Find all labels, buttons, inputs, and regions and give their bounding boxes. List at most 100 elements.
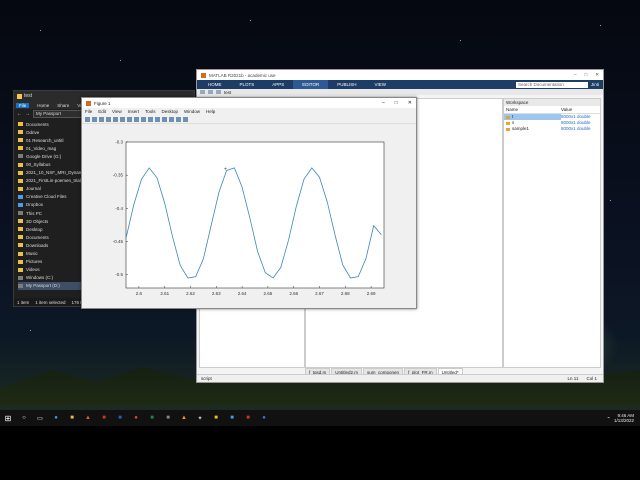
excel-icon[interactable]: ■ bbox=[147, 413, 157, 423]
y-tick-label: -0.5 bbox=[115, 272, 123, 277]
current-path[interactable]: test bbox=[224, 90, 231, 95]
app-icon[interactable]: ✦ bbox=[195, 413, 205, 423]
menu-window[interactable]: Window bbox=[184, 109, 200, 114]
cursor-crosshair: + bbox=[224, 167, 228, 173]
network-icon[interactable]: ⌁ bbox=[607, 415, 610, 421]
tab-plots[interactable]: PLOTS bbox=[231, 80, 264, 89]
sticky-notes-icon[interactable]: ■ bbox=[211, 413, 221, 423]
task-view-icon[interactable]: ▭ bbox=[35, 413, 45, 423]
ribbon-tab-share[interactable]: Share bbox=[57, 103, 69, 108]
tab-home[interactable]: HOME bbox=[199, 80, 231, 89]
maximize-icon[interactable]: □ bbox=[585, 72, 588, 78]
acrobat-icon[interactable]: ■ bbox=[243, 413, 253, 423]
menu-insert[interactable]: Insert bbox=[128, 109, 139, 114]
menu-tools[interactable]: Tools bbox=[145, 109, 156, 114]
y-tick-label: -0.4 bbox=[115, 206, 123, 211]
nav-item-label: Google Drive (G:) bbox=[26, 153, 62, 159]
zoom-app-icon[interactable]: ● bbox=[259, 413, 269, 423]
minimize-icon[interactable]: – bbox=[574, 72, 577, 78]
ribbon-tab-file[interactable]: File bbox=[16, 102, 30, 108]
star bbox=[460, 40, 461, 41]
menu-desktop[interactable]: Desktop bbox=[162, 109, 179, 114]
clock[interactable]: 9:46 AM 1/13/2022 bbox=[614, 413, 634, 424]
star bbox=[120, 60, 121, 61]
pan-icon[interactable] bbox=[134, 116, 139, 122]
edge-icon[interactable]: ● bbox=[51, 413, 61, 423]
ribbon-tab-home[interactable]: Home bbox=[37, 103, 49, 108]
back-arrow-icon[interactable]: ← bbox=[17, 111, 22, 117]
legend-icon[interactable] bbox=[176, 116, 181, 122]
menu-file[interactable]: File bbox=[85, 109, 92, 114]
minimize-icon[interactable]: – bbox=[382, 100, 385, 106]
tab-publish[interactable]: PUBLISH bbox=[328, 80, 365, 89]
folder-icon bbox=[18, 122, 23, 127]
nav-item-label: Pictures bbox=[26, 259, 43, 265]
colorbar-icon[interactable] bbox=[169, 116, 174, 122]
line-chart[interactable]: 2.6 2.61 2.62 2.63 2.64 2.65 2.66 2.67 2.68 2.69 -… bbox=[82, 124, 416, 308]
clock-date: 1/13/2022 bbox=[613, 418, 634, 423]
brush-icon[interactable] bbox=[155, 116, 160, 122]
nav-item-label: 2021_FirstLin-poemen_trial_o bbox=[26, 178, 86, 184]
tab-editor[interactable]: EDITOR bbox=[293, 80, 329, 89]
nav-item-label: Dropbox bbox=[26, 202, 44, 208]
link-icon[interactable] bbox=[162, 116, 167, 122]
forward-arrow-icon[interactable]: → bbox=[25, 111, 30, 117]
menu-edit[interactable]: Edit bbox=[98, 109, 106, 114]
app-icon[interactable]: ■ bbox=[163, 413, 173, 423]
figure-title-bar: Figure 1 – □ ✕ bbox=[82, 98, 416, 108]
folder-icon bbox=[18, 186, 23, 191]
system-tray: ⌁ 9:46 AM 1/13/2022 bbox=[607, 413, 640, 424]
vlc-icon[interactable]: ▲ bbox=[179, 413, 189, 423]
zoom-in-icon[interactable] bbox=[120, 116, 125, 122]
chrome-icon[interactable]: ● bbox=[131, 413, 141, 423]
pointer-icon[interactable] bbox=[113, 116, 118, 122]
close-icon[interactable]: ✕ bbox=[595, 72, 599, 78]
close-icon[interactable]: ✕ bbox=[408, 100, 412, 106]
zoom-out-icon[interactable] bbox=[127, 116, 132, 122]
menu-view[interactable]: View bbox=[112, 109, 122, 114]
dropbox-icon bbox=[18, 202, 23, 207]
word-icon[interactable]: ■ bbox=[115, 413, 125, 423]
y-tick-label: -0.3 bbox=[115, 140, 123, 145]
open-file-icon[interactable] bbox=[92, 116, 97, 122]
file-explorer-icon[interactable]: ■ bbox=[67, 413, 77, 423]
windows-start-icon[interactable]: ⊞ bbox=[0, 410, 16, 426]
app-icon[interactable]: ■ bbox=[227, 413, 237, 423]
search-icon[interactable]: ○ bbox=[19, 413, 29, 423]
matlab-taskbar-icon[interactable]: ▲ bbox=[83, 413, 93, 423]
star bbox=[40, 30, 41, 31]
print-icon[interactable] bbox=[106, 116, 111, 122]
new-figure-icon[interactable] bbox=[85, 116, 90, 122]
col-value[interactable]: Value bbox=[561, 106, 572, 113]
star bbox=[250, 20, 251, 21]
matlab-title: MATLAB R2021b - academic use bbox=[209, 72, 276, 78]
nav-item-label: Downloads bbox=[26, 242, 49, 248]
forward-icon[interactable] bbox=[208, 90, 213, 94]
folder-icon bbox=[18, 235, 23, 240]
status-line: Ln 11 bbox=[567, 376, 579, 381]
user-menu[interactable]: Jinti bbox=[591, 82, 603, 87]
nav-item-label: 2021_10_NSF_MRI_Dynamic bbox=[26, 170, 86, 176]
folder-icon bbox=[18, 138, 23, 143]
tab-view[interactable]: VIEW bbox=[365, 80, 395, 89]
plot-tools-icon[interactable] bbox=[183, 116, 188, 122]
drive-icon bbox=[18, 154, 23, 159]
menu-help[interactable]: Help bbox=[206, 109, 215, 114]
data-cursor-icon[interactable] bbox=[148, 116, 153, 122]
workspace-panel: Workspace Name Value t 8000x1 double s 8… bbox=[503, 98, 601, 368]
up-folder-icon[interactable] bbox=[216, 90, 221, 94]
rotate-icon[interactable] bbox=[141, 116, 146, 122]
star bbox=[610, 200, 611, 201]
powerpoint-icon[interactable]: ■ bbox=[99, 413, 109, 423]
figure-plot-area: 2.6 2.61 2.62 2.63 2.64 2.65 2.66 2.67 2.68 2.69 -… bbox=[82, 124, 416, 308]
save-icon[interactable] bbox=[99, 116, 104, 122]
workspace-row[interactable]: sample1 8000x1 double bbox=[504, 126, 600, 132]
folder-icon bbox=[18, 130, 23, 135]
nav-item-label: My Passport (D:) bbox=[26, 283, 60, 289]
maximize-icon[interactable]: □ bbox=[395, 100, 398, 106]
back-icon[interactable] bbox=[200, 90, 205, 94]
col-name[interactable]: Name bbox=[504, 106, 561, 113]
figure-menu-bar: File Edit View Insert Tools Desktop Wind… bbox=[82, 108, 416, 115]
tab-apps[interactable]: APPS bbox=[263, 80, 293, 89]
search-documentation-input[interactable]: Search Documentation bbox=[515, 81, 588, 88]
